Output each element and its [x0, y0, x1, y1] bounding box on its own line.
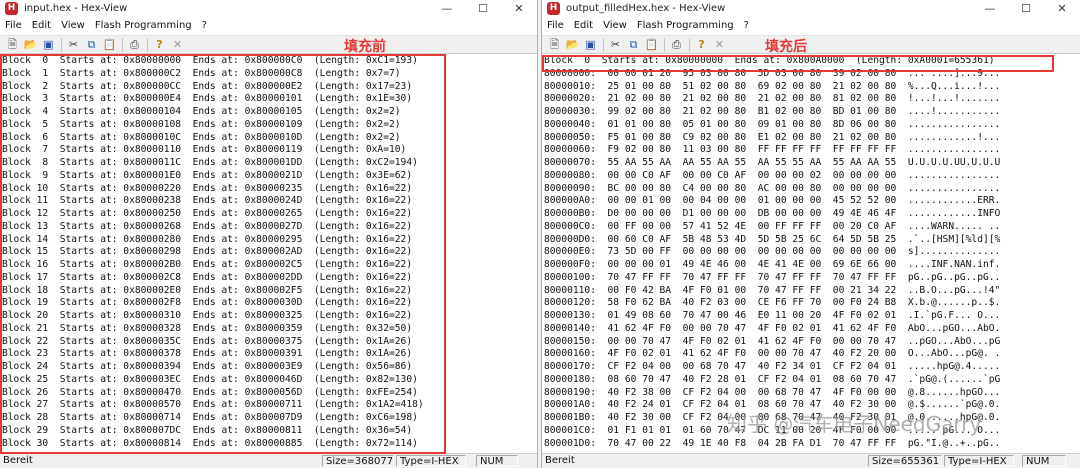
new-file-icon[interactable]: 🗎	[4, 37, 21, 52]
print-icon[interactable]: ⎙	[668, 37, 685, 52]
left-hexview-window: H input.hex - Hex-View — ☐ ✕ File Edit V…	[0, 0, 538, 468]
new-file-icon[interactable]: 🗎	[546, 37, 563, 52]
hex-dump-row: 80000060: F9 02 00 80 11 03 00 80 FF FF …	[544, 144, 1001, 156]
toolbar-separator	[147, 37, 148, 52]
right-hexview-window: H output_filledHex.hex - Hex-View — ☐ ✕ …	[541, 0, 1080, 468]
hex-dump-row: 80000040: 01 01 00 80 05 01 00 80 09 01 …	[544, 118, 1001, 130]
status-type: Type=I-HEX	[944, 455, 1014, 467]
hex-dump-row: 800001D0: 70 47 00 22 49 1E 40 F8 04 2B …	[544, 437, 1001, 449]
menu-file[interactable]: File	[542, 17, 569, 35]
hex-dump-row: 80000090: BC 00 00 80 C4 00 00 80 AC 00 …	[544, 182, 1001, 194]
hex-dump-row: 800000E0: 73 5D 00 FF 00 00 00 00 00 00 …	[544, 246, 1001, 258]
right-window-controls: — ☐ ✕	[972, 0, 1080, 17]
hex-dump-row: 80000130: 01 49 08 60 70 47 00 46 E0 11 …	[544, 310, 1001, 321]
hex-dump-row: 80000110: 00 F0 42 BA 4F F0 01 00 70 47 …	[544, 284, 1001, 296]
hexview-app-icon: H	[547, 2, 560, 15]
hex-dump-row: 80000170: CF F2 04 00 00 68 70 47 40 F2 …	[544, 361, 1001, 372]
hex-dump-row: 80000050: F5 01 00 80 C9 02 00 80 E1 02 …	[544, 131, 1001, 143]
annotation-after-fill: 填充后	[765, 39, 807, 55]
status-ready: Bereit	[545, 455, 575, 466]
cut-icon[interactable]: ✂	[65, 37, 82, 52]
open-folder-icon[interactable]: 📂	[22, 37, 39, 52]
copy-icon[interactable]: ⧉	[83, 37, 100, 52]
status-size: Size=368077	[322, 455, 394, 467]
highlight-box-block-summary	[542, 55, 1054, 72]
help-icon[interactable]: ?	[693, 37, 710, 52]
left-menubar: File Edit View Flash Programming ?	[0, 17, 537, 35]
status-ready: Bereit	[3, 455, 33, 466]
maximize-icon[interactable]: ☐	[1008, 0, 1044, 17]
right-window-title: output_filledHex.hex - Hex-View	[566, 3, 726, 14]
minimize-icon[interactable]: —	[429, 0, 465, 17]
close-window-icon[interactable]: ✕	[1044, 0, 1080, 17]
hex-dump-row: 80000010: 25 01 00 80 51 02 00 80 69 02 …	[544, 80, 1001, 92]
hex-dump-row: 80000100: 70 47 FF FF 70 47 FF FF 70 47 …	[544, 271, 1001, 283]
hex-dump-row: 80000080: 00 00 C0 AF 00 00 C0 AF 00 00 …	[544, 169, 1001, 181]
hex-dump-row: 800000D0: 00 60 C0 AF 5B 48 53 4D 5D 5B …	[544, 233, 1001, 245]
left-window-controls: — ☐ ✕	[429, 0, 537, 17]
right-hex-dump[interactable]: Block 0 Starts at: 0x80000000 Ends at: 0…	[542, 55, 1080, 454]
right-menubar: File Edit View Flash Programming ?	[542, 17, 1080, 35]
hexview-app-icon: H	[5, 2, 18, 15]
save-icon[interactable]: ▣	[582, 37, 599, 52]
hex-dump-row: 80000030: 99 02 00 80 21 02 00 80 B1 02 …	[544, 106, 1001, 117]
menu-flash-programming[interactable]: Flash Programming	[632, 17, 739, 35]
maximize-icon[interactable]: ☐	[465, 0, 501, 17]
hex-dump-row: 80000020: 21 02 00 80 21 02 00 80 21 02 …	[544, 93, 1001, 105]
menu-flash-programming[interactable]: Flash Programming	[90, 17, 197, 35]
status-type: Type=I-HEX	[396, 455, 466, 467]
help-icon[interactable]: ?	[151, 37, 168, 52]
hex-dump-row: 80000070: 55 AA 55 AA AA 55 AA 55 AA 55 …	[544, 157, 1001, 168]
hex-dump-row: 800000F0: 00 00 00 01 49 4E 46 00 4E 41 …	[544, 259, 1001, 270]
right-titlebar[interactable]: H output_filledHex.hex - Hex-View — ☐ ✕	[542, 0, 1080, 17]
minimize-icon[interactable]: —	[972, 0, 1008, 17]
right-statusbar: Bereit Size=655361 Type=I-HEX NUM	[542, 453, 1080, 468]
hex-dump-row: 80000120: 58 F0 62 BA 40 F2 03 00 CE F6 …	[544, 297, 1001, 309]
hex-dump-row: 80000160: 4F F0 02 01 41 62 4F F0 00 00 …	[544, 348, 1001, 360]
left-titlebar[interactable]: H input.hex - Hex-View — ☐ ✕	[0, 0, 537, 17]
hex-dump-row: 800000C0: 00 FF 00 00 57 41 52 4E 00 FF …	[544, 220, 1001, 232]
left-toolbar: 🗎 📂 ▣ ✂ ⧉ 📋 ⎙ ? ✕	[0, 35, 537, 54]
open-folder-icon[interactable]: 📂	[564, 37, 581, 52]
close-icon[interactable]: ✕	[169, 37, 186, 52]
close-window-icon[interactable]: ✕	[501, 0, 537, 17]
left-window-title: input.hex - Hex-View	[24, 3, 128, 14]
highlight-box-block-list	[0, 54, 446, 454]
hex-dump-row: 80000180: 08 60 70 47 40 F2 28 01 CF F2 …	[544, 373, 1001, 385]
menu-help[interactable]: ?	[739, 17, 754, 35]
hex-dump-row: 80000150: 00 00 70 47 4F F0 02 01 41 62 …	[544, 335, 1001, 347]
print-icon[interactable]: ⎙	[126, 37, 143, 52]
hex-dump-row: 80000190: 40 F2 38 00 CF F2 04 00 00 68 …	[544, 386, 1001, 398]
menu-edit[interactable]: Edit	[569, 17, 598, 35]
hex-dump-row: 800001C0: 01 F1 01 01 01 60 70 47 DC 11 …	[544, 424, 1001, 436]
toolbar-separator	[689, 37, 690, 52]
menu-file[interactable]: File	[0, 17, 27, 35]
paste-icon[interactable]: 📋	[643, 37, 660, 52]
menu-view[interactable]: View	[598, 17, 632, 35]
hex-dump-row: 800001A0: 40 F2 24 01 CF F2 04 01 08 60 …	[544, 399, 1001, 411]
menu-edit[interactable]: Edit	[27, 17, 56, 35]
save-icon[interactable]: ▣	[40, 37, 57, 52]
close-icon[interactable]: ✕	[711, 37, 728, 52]
hex-dump-row: 800000A0: 00 00 01 00 00 04 00 00 01 00 …	[544, 195, 1001, 207]
toolbar-separator	[603, 37, 604, 52]
status-size: Size=655361	[868, 455, 942, 467]
menu-help[interactable]: ?	[197, 17, 212, 35]
hex-dump-row: 800001B0: 40 F2 30 00 CF F2 04 00 00 68 …	[544, 412, 1001, 423]
annotation-before-fill: 填充前	[344, 39, 386, 55]
menu-view[interactable]: View	[56, 17, 90, 35]
copy-icon[interactable]: ⧉	[625, 37, 642, 52]
cut-icon[interactable]: ✂	[607, 37, 624, 52]
left-statusbar: Bereit Size=368077 Type=I-HEX NUM	[0, 453, 537, 468]
toolbar-separator	[61, 37, 62, 52]
status-num: NUM	[476, 455, 518, 467]
right-toolbar: 🗎 📂 ▣ ✂ ⧉ 📋 ⎙ ? ✕	[542, 35, 1080, 54]
hex-dump-row: 800000B0: D0 00 00 00 D1 00 00 00 DB 00 …	[544, 208, 1001, 219]
status-num: NUM	[1022, 455, 1066, 467]
toolbar-separator	[664, 37, 665, 52]
toolbar-separator	[122, 37, 123, 52]
hex-dump-row: 80000140: 41 62 4F F0 00 00 70 47 4F F0 …	[544, 322, 1001, 334]
paste-icon[interactable]: 📋	[101, 37, 118, 52]
